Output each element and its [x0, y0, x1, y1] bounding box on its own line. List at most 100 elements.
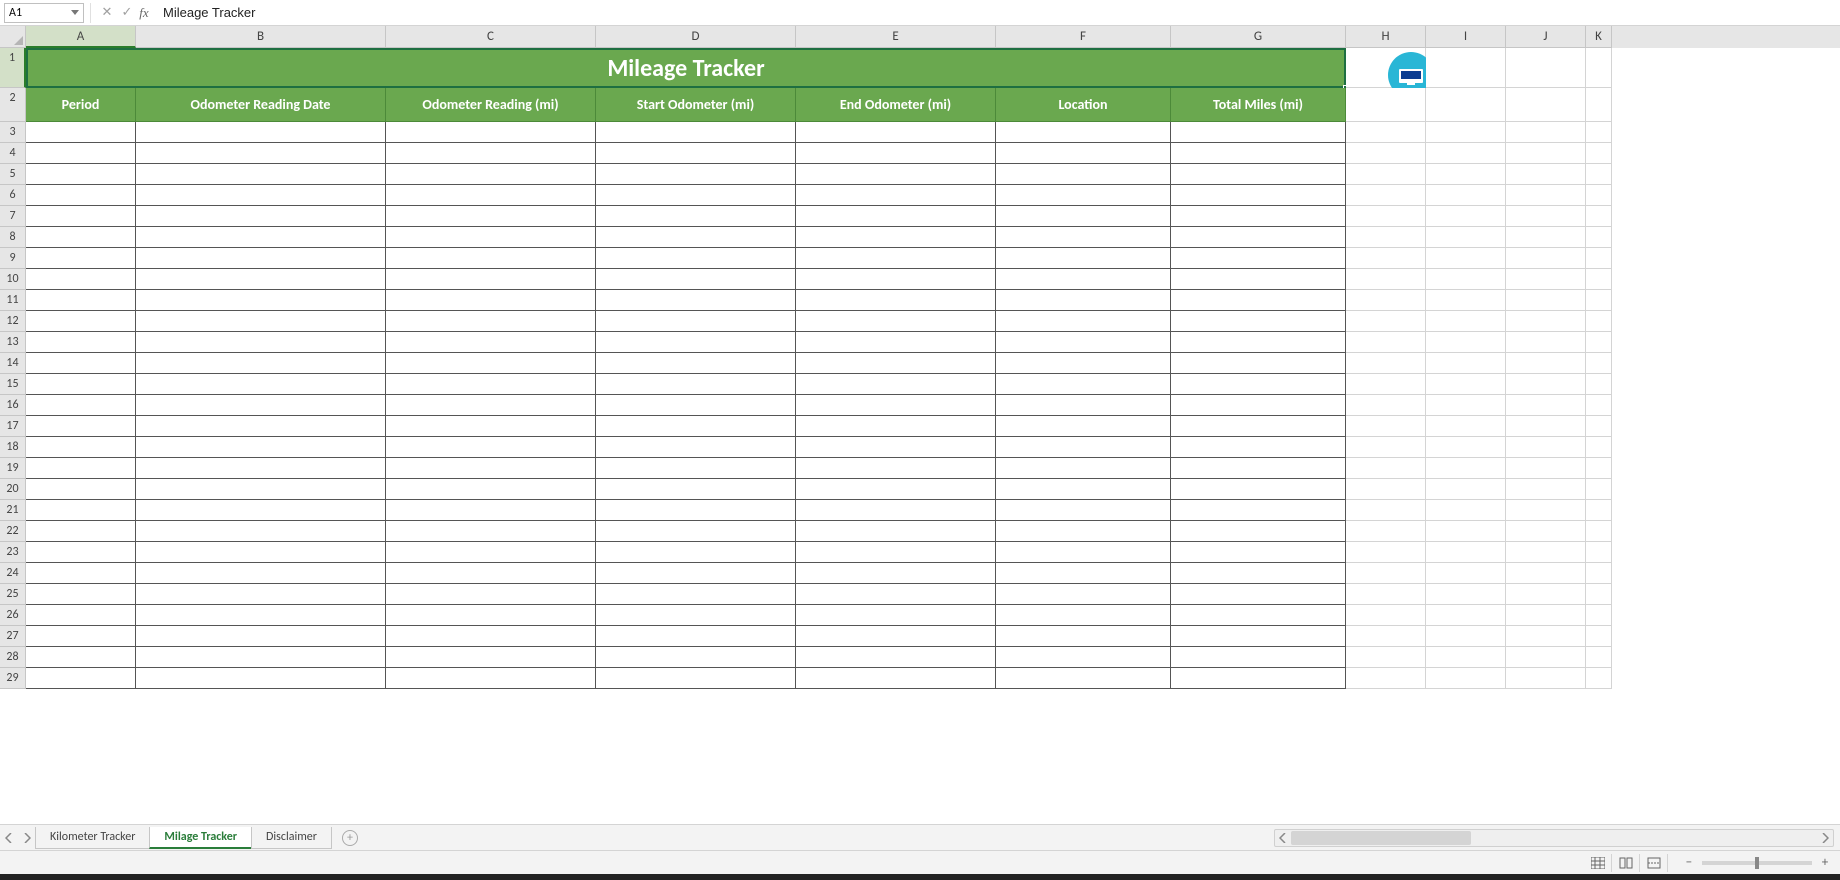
cell-B18[interactable]	[136, 437, 386, 458]
cell-A18[interactable]	[26, 437, 136, 458]
cell-I2[interactable]	[1426, 88, 1506, 122]
cell-F11[interactable]	[996, 290, 1171, 311]
cell-G28[interactable]	[1171, 647, 1346, 668]
cell-G21[interactable]	[1171, 500, 1346, 521]
cell-G24[interactable]	[1171, 563, 1346, 584]
cell-D21[interactable]	[596, 500, 796, 521]
row-header-10[interactable]: 10	[0, 269, 26, 290]
cell-G8[interactable]	[1171, 227, 1346, 248]
cell-H7[interactable]	[1346, 206, 1426, 227]
cell-F16[interactable]	[996, 395, 1171, 416]
cell-B10[interactable]	[136, 269, 386, 290]
cell-E11[interactable]	[796, 290, 996, 311]
title-cell[interactable]: Mileage Tracker	[26, 48, 1346, 88]
cell-K23[interactable]	[1586, 542, 1612, 563]
cell-A29[interactable]	[26, 668, 136, 689]
cell-D15[interactable]	[596, 374, 796, 395]
cell-I8[interactable]	[1426, 227, 1506, 248]
cell-J22[interactable]	[1506, 521, 1586, 542]
cell-D18[interactable]	[596, 437, 796, 458]
cell-J27[interactable]	[1506, 626, 1586, 647]
cell-B8[interactable]	[136, 227, 386, 248]
cell-C11[interactable]	[386, 290, 596, 311]
cell-B24[interactable]	[136, 563, 386, 584]
cell-H11[interactable]	[1346, 290, 1426, 311]
cell-B3[interactable]	[136, 122, 386, 143]
cell-A28[interactable]	[26, 647, 136, 668]
cell-J28[interactable]	[1506, 647, 1586, 668]
column-header-H[interactable]: H	[1346, 26, 1426, 48]
cell-D16[interactable]	[596, 395, 796, 416]
cell-D13[interactable]	[596, 332, 796, 353]
row-header-25[interactable]: 25	[0, 584, 26, 605]
cell-A5[interactable]	[26, 164, 136, 185]
cell-I9[interactable]	[1426, 248, 1506, 269]
cell-C4[interactable]	[386, 143, 596, 164]
cell-G20[interactable]	[1171, 479, 1346, 500]
cell-I4[interactable]	[1426, 143, 1506, 164]
cell-C13[interactable]	[386, 332, 596, 353]
zoom-slider[interactable]	[1702, 861, 1812, 865]
cell-C19[interactable]	[386, 458, 596, 479]
cell-H16[interactable]	[1346, 395, 1426, 416]
horizontal-scrollbar[interactable]	[1274, 829, 1834, 847]
cell-I12[interactable]	[1426, 311, 1506, 332]
row-header-12[interactable]: 12	[0, 311, 26, 332]
cell-K22[interactable]	[1586, 521, 1612, 542]
row-header-24[interactable]: 24	[0, 563, 26, 584]
cell-F26[interactable]	[996, 605, 1171, 626]
cell-K25[interactable]	[1586, 584, 1612, 605]
cell-A14[interactable]	[26, 353, 136, 374]
cell-G3[interactable]	[1171, 122, 1346, 143]
cell-G18[interactable]	[1171, 437, 1346, 458]
cell-J9[interactable]	[1506, 248, 1586, 269]
cell-E28[interactable]	[796, 647, 996, 668]
cell-J15[interactable]	[1506, 374, 1586, 395]
cell-F19[interactable]	[996, 458, 1171, 479]
cell-I16[interactable]	[1426, 395, 1506, 416]
row-header-2[interactable]: 2	[0, 88, 26, 122]
scrollbar-thumb[interactable]	[1291, 831, 1471, 845]
zoom-out-button[interactable]: −	[1682, 856, 1696, 870]
cell-C20[interactable]	[386, 479, 596, 500]
name-box[interactable]: A1	[4, 3, 84, 23]
cell-J23[interactable]	[1506, 542, 1586, 563]
sheet-tab-2[interactable]: Disclaimer	[251, 827, 332, 849]
sheet-tab-1[interactable]: Milage Tracker	[149, 827, 252, 849]
cell-J29[interactable]	[1506, 668, 1586, 689]
cell-H10[interactable]	[1346, 269, 1426, 290]
cell-F29[interactable]	[996, 668, 1171, 689]
row-header-5[interactable]: 5	[0, 164, 26, 185]
cell-C7[interactable]	[386, 206, 596, 227]
cell-G23[interactable]	[1171, 542, 1346, 563]
cell-F8[interactable]	[996, 227, 1171, 248]
cell-A12[interactable]	[26, 311, 136, 332]
cell-D23[interactable]	[596, 542, 796, 563]
cell-I14[interactable]	[1426, 353, 1506, 374]
cell-A9[interactable]	[26, 248, 136, 269]
cell-J10[interactable]	[1506, 269, 1586, 290]
column-header-J[interactable]: J	[1506, 26, 1586, 48]
rows-area[interactable]: 1Mileage TrackerAllBusinessTemplates2Per…	[0, 48, 1840, 824]
cell-E15[interactable]	[796, 374, 996, 395]
cell-A19[interactable]	[26, 458, 136, 479]
cell-D4[interactable]	[596, 143, 796, 164]
cell-F3[interactable]	[996, 122, 1171, 143]
cell-F4[interactable]	[996, 143, 1171, 164]
cell-H1[interactable]: AllBusinessTemplates	[1346, 48, 1426, 88]
cell-H20[interactable]	[1346, 479, 1426, 500]
confirm-formula-button[interactable]: ✓	[117, 3, 137, 23]
cell-G9[interactable]	[1171, 248, 1346, 269]
cell-C28[interactable]	[386, 647, 596, 668]
cell-G19[interactable]	[1171, 458, 1346, 479]
cell-J5[interactable]	[1506, 164, 1586, 185]
cell-H21[interactable]	[1346, 500, 1426, 521]
cell-E14[interactable]	[796, 353, 996, 374]
row-header-17[interactable]: 17	[0, 416, 26, 437]
cell-G26[interactable]	[1171, 605, 1346, 626]
cell-J17[interactable]	[1506, 416, 1586, 437]
cell-A26[interactable]	[26, 605, 136, 626]
select-all-corner[interactable]	[0, 26, 26, 48]
cell-E25[interactable]	[796, 584, 996, 605]
cell-D8[interactable]	[596, 227, 796, 248]
